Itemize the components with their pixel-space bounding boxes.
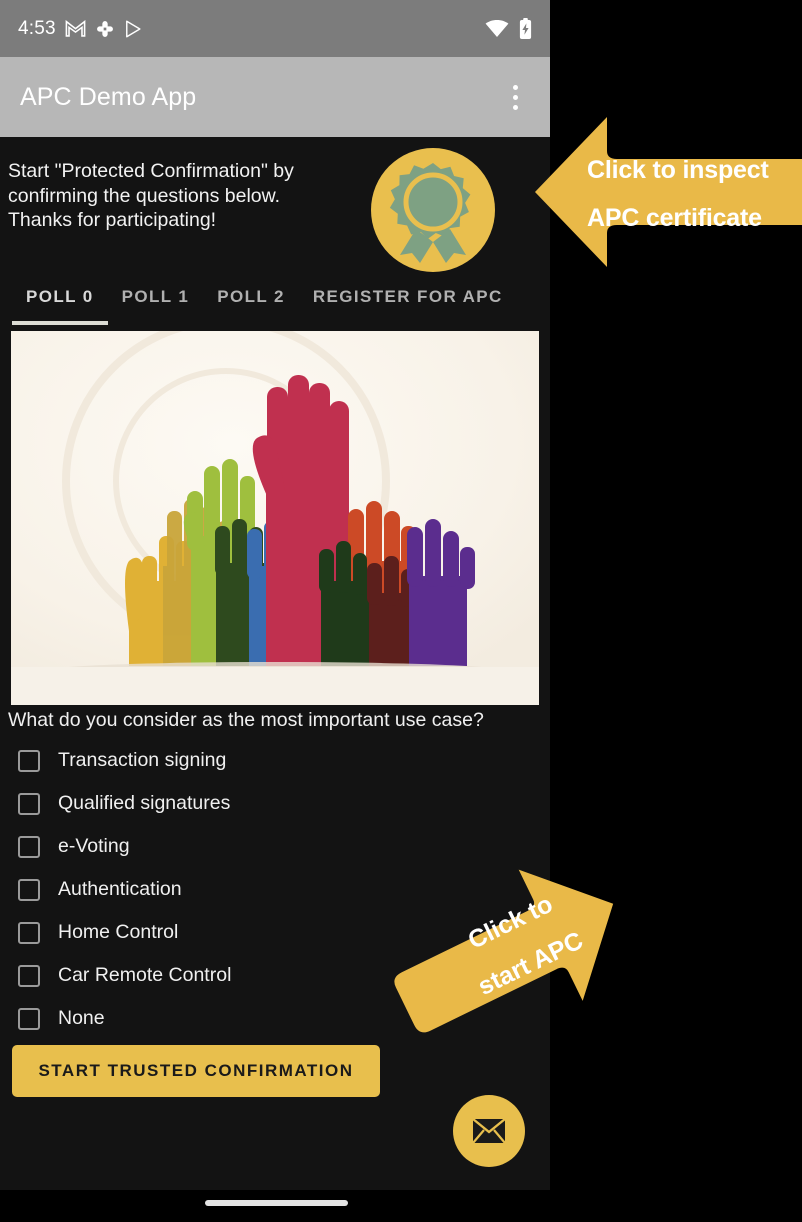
poll-question: What do you consider as the most importa… [8,709,484,731]
option-label: Car Remote Control [58,964,232,986]
option-authentication[interactable]: Authentication [18,868,418,911]
certificate-badge-icon[interactable] [368,145,498,275]
annotation-inspect-certificate[interactable]: Click to inspect APC certificate [535,103,802,281]
wifi-icon [485,19,509,37]
option-qualified-signatures[interactable]: Qualified signatures [18,782,418,825]
home-gesture-pill[interactable] [205,1200,348,1206]
envelope-icon [472,1118,506,1144]
gesture-nav-bar [0,1190,802,1222]
option-e-voting[interactable]: e-Voting [18,825,418,868]
option-label: Home Control [58,921,179,943]
tab-poll-1[interactable]: POLL 1 [108,277,204,325]
app-title: APC Demo App [20,82,197,111]
option-none[interactable]: None [18,997,418,1040]
option-home-control[interactable]: Home Control [18,911,418,954]
checkbox-icon[interactable] [18,1007,40,1030]
menu-dot [512,94,518,100]
play-store-icon [125,20,141,37]
checkbox-icon[interactable] [18,835,40,858]
menu-dot [512,104,518,110]
intro-row: Start "Protected Confirmation" by confir… [0,137,550,277]
more-vertical-icon[interactable] [500,77,530,117]
option-label: Authentication [58,878,182,900]
battery-charging-icon [519,17,532,39]
intro-text: Start "Protected Confirmation" by confir… [8,160,294,231]
app-bar: APC Demo App [0,57,550,137]
photos-icon [96,20,113,37]
checkbox-icon[interactable] [18,878,40,901]
mail-fab-button[interactable] [453,1095,525,1167]
tab-bar: POLL 0 POLL 1 POLL 2 REGISTER FOR APC [0,277,550,332]
status-clock: 4:53 [18,17,56,39]
checkbox-icon[interactable] [18,964,40,987]
option-label: None [58,1007,105,1029]
option-transaction-signing[interactable]: Transaction signing [18,739,418,782]
status-bar-left: 4:53 [18,18,143,40]
checkbox-icon[interactable] [18,792,40,815]
status-bar-right [485,17,532,40]
tab-register-for-apc[interactable]: REGISTER FOR APC [299,277,517,325]
annotation-start-apc[interactable]: Click to start APC [383,855,633,1055]
option-car-remote-control[interactable]: Car Remote Control [18,954,418,997]
raised-hands-illustration [11,331,539,705]
menu-dot [512,84,518,90]
gmail-icon [65,20,86,37]
tab-poll-2[interactable]: POLL 2 [203,277,299,325]
options-list: Transaction signing Qualified signatures… [18,739,418,1040]
option-label: Qualified signatures [58,792,231,814]
checkbox-icon[interactable] [18,749,40,772]
option-label: e-Voting [58,835,130,857]
status-bar: 4:53 [0,0,550,57]
start-trusted-confirmation-button[interactable]: START TRUSTED CONFIRMATION [12,1045,380,1097]
option-label: Transaction signing [58,749,227,771]
checkbox-icon[interactable] [18,921,40,944]
tab-poll-0[interactable]: POLL 0 [12,277,108,325]
